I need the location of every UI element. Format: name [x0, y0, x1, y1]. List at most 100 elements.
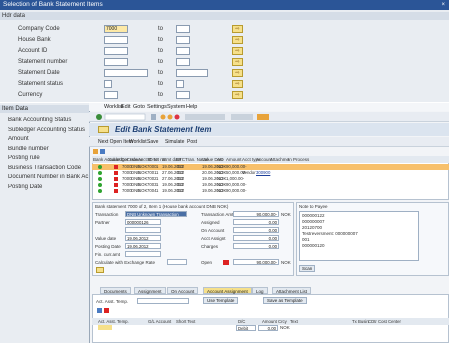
use-template-button[interactable]: Use Template [203, 297, 239, 304]
item-data-field[interactable]: Business Transaction Code [8, 165, 92, 171]
transaction-field[interactable]: DNB Unknown Transaction [125, 211, 187, 217]
tab-assignment[interactable]: Assignment [134, 287, 166, 294]
status-red-icon [114, 183, 118, 187]
tab-attachment-list[interactable]: Attachment List [272, 287, 312, 294]
to-field[interactable] [176, 91, 190, 99]
from-field[interactable] [104, 36, 128, 44]
from-field[interactable] [104, 58, 128, 66]
sort-icon[interactable] [100, 149, 105, 154]
amount-field[interactable]: 0.00 [258, 325, 278, 331]
command-field [104, 113, 146, 121]
hdr-data-tab[interactable]: Hdr data [0, 12, 449, 20]
table-cell: NOK [217, 182, 227, 187]
multiple-selection-button[interactable]: ⇨ [232, 36, 243, 44]
table-column-header[interactable]: AC [217, 156, 223, 163]
app-button[interactable]: Post [187, 139, 197, 145]
multiple-selection-button[interactable]: ⇨ [232, 25, 243, 33]
from-field[interactable] [104, 91, 118, 99]
to-field[interactable] [176, 58, 190, 66]
assignment-column-header[interactable]: Crcy [278, 319, 287, 324]
menu-item[interactable]: Help [186, 103, 197, 111]
from-field[interactable] [104, 47, 128, 55]
to-field[interactable] [176, 36, 190, 44]
item-data-field[interactable]: Document Number in Bank Ac [8, 174, 92, 180]
menu-item[interactable]: Goto [133, 103, 145, 111]
assignment-column-header[interactable]: Amount [262, 319, 277, 324]
assignment-column-header[interactable]: G/L Account [148, 319, 171, 324]
table-column-header[interactable]: Amount [226, 156, 242, 163]
assignment-column-header[interactable]: Short Text [176, 319, 195, 324]
table-cell: 90,000.00- [226, 164, 247, 169]
from-field[interactable] [104, 80, 112, 88]
item-data-field[interactable]: Amount [8, 136, 92, 142]
to-field[interactable] [176, 69, 208, 77]
item-data-field[interactable]: Bundle number [8, 146, 92, 152]
partner-field[interactable]: 000000126 [125, 219, 161, 225]
assignment-column-header[interactable]: CDtr [368, 319, 377, 324]
assignment-column-header[interactable]: D/C [238, 319, 245, 324]
multiple-selection-button[interactable]: ⇨ [232, 91, 243, 99]
assignment-column-header[interactable]: Tx Busin [352, 319, 369, 324]
transaction-amount-label: Transaction Amt [201, 212, 234, 217]
menu-item[interactable]: Edit [121, 103, 130, 111]
assignment-column-header[interactable]: Text [290, 319, 298, 324]
menu-item[interactable]: System [167, 103, 185, 111]
close-icon[interactable]: × [441, 0, 445, 10]
assignment-column-header[interactable]: Act. Asst. Temp. [98, 319, 129, 324]
table-row[interactable]: 7000 DNB NOK 7003 1 19.06.2012 022 19.06.2012 NO… [92, 182, 449, 188]
pencil-icon[interactable] [96, 267, 104, 273]
delete-row-icon[interactable] [104, 308, 109, 313]
help-icon [257, 114, 269, 120]
tab-on-account[interactable]: On Account [167, 287, 199, 294]
from-field[interactable] [104, 69, 148, 77]
posting-date-field[interactable]: 19.06.2012 [125, 243, 161, 249]
table-cell: 1 [156, 182, 159, 187]
tab-documents[interactable]: Documents [100, 287, 131, 294]
item-data-field[interactable]: Posting rule [8, 155, 92, 161]
row-selector[interactable] [98, 325, 112, 330]
exchange-rate-field[interactable] [167, 259, 187, 265]
app-button[interactable]: Save [147, 139, 158, 145]
menu-item[interactable]: Settings [147, 103, 167, 111]
item-data-field[interactable]: Bank Accounting Status [8, 117, 92, 123]
tab-log[interactable]: Log [252, 287, 268, 294]
selection-label: Company Code [18, 26, 60, 32]
partner-type-field[interactable] [125, 227, 161, 233]
item-data-field[interactable]: Posting Date [8, 184, 92, 190]
fin-curr-field[interactable] [125, 251, 161, 257]
insert-row-icon[interactable] [97, 308, 102, 313]
table-column-header[interactable]: BTC [176, 156, 185, 163]
enter-icon [96, 114, 102, 120]
save-template-button[interactable]: Save as Template [263, 297, 307, 304]
table-row[interactable]: 7000 DNB NOK 7000 1 19.06.2012 022 19.06.2012 NO… [92, 164, 449, 170]
note-text-area[interactable]: 000000122 000000007 20120700 Testreversment… [299, 211, 419, 261]
scan-button[interactable]: Scan [299, 265, 316, 272]
assignment-table-header: Act. Asst. Temp. G/L Account Short Text D/C… [92, 318, 449, 325]
to-field[interactable] [176, 25, 190, 33]
layout-icons [231, 114, 253, 120]
dc-field[interactable]: Debit [236, 325, 256, 331]
table-row[interactable]: 7000 DNB NOK 7001 1 27.06.2012 022 20.06.2012 NO… [92, 170, 449, 176]
assignment-row[interactable]: Debit 0.00 NOK [92, 325, 449, 331]
multiple-selection-button[interactable]: ⇨ [232, 58, 243, 66]
app-button[interactable]: Simulate [165, 139, 184, 145]
table-row[interactable]: 7000 DNB NOK 7002 1 27.06.2012 022 19.06.2012 NO… [92, 176, 449, 182]
assignment-column-header[interactable]: Cost Center [378, 319, 401, 324]
table-row[interactable]: 7000 DNB NOK 7004 1 19.06.2012 022 19.06.2012 NO… [92, 188, 449, 194]
filter-icon[interactable] [93, 149, 98, 154]
app-button[interactable]: Worklist [129, 139, 147, 145]
table-column-header[interactable]: In Process [288, 156, 309, 163]
to-field[interactable] [176, 47, 190, 55]
multiple-selection-button[interactable]: ⇨ [232, 80, 243, 88]
value-date-field[interactable]: 19.06.2012 [125, 235, 161, 241]
charges-label: Charges [201, 244, 219, 249]
detail-tabs: Documents Assignment On Account Account Ass… [92, 287, 449, 294]
from-field[interactable]: 7000 [104, 25, 128, 33]
app-button[interactable]: Next Open Item [98, 139, 133, 145]
item-data-field[interactable]: Subledger Accounting Status [8, 127, 92, 133]
multiple-selection-button[interactable]: ⇨ [232, 69, 243, 77]
multiple-selection-button[interactable]: ⇨ [232, 47, 243, 55]
tab-account-assignment[interactable]: Account Assignment [203, 287, 252, 294]
template-field[interactable] [137, 298, 189, 304]
to-field[interactable] [176, 80, 184, 88]
